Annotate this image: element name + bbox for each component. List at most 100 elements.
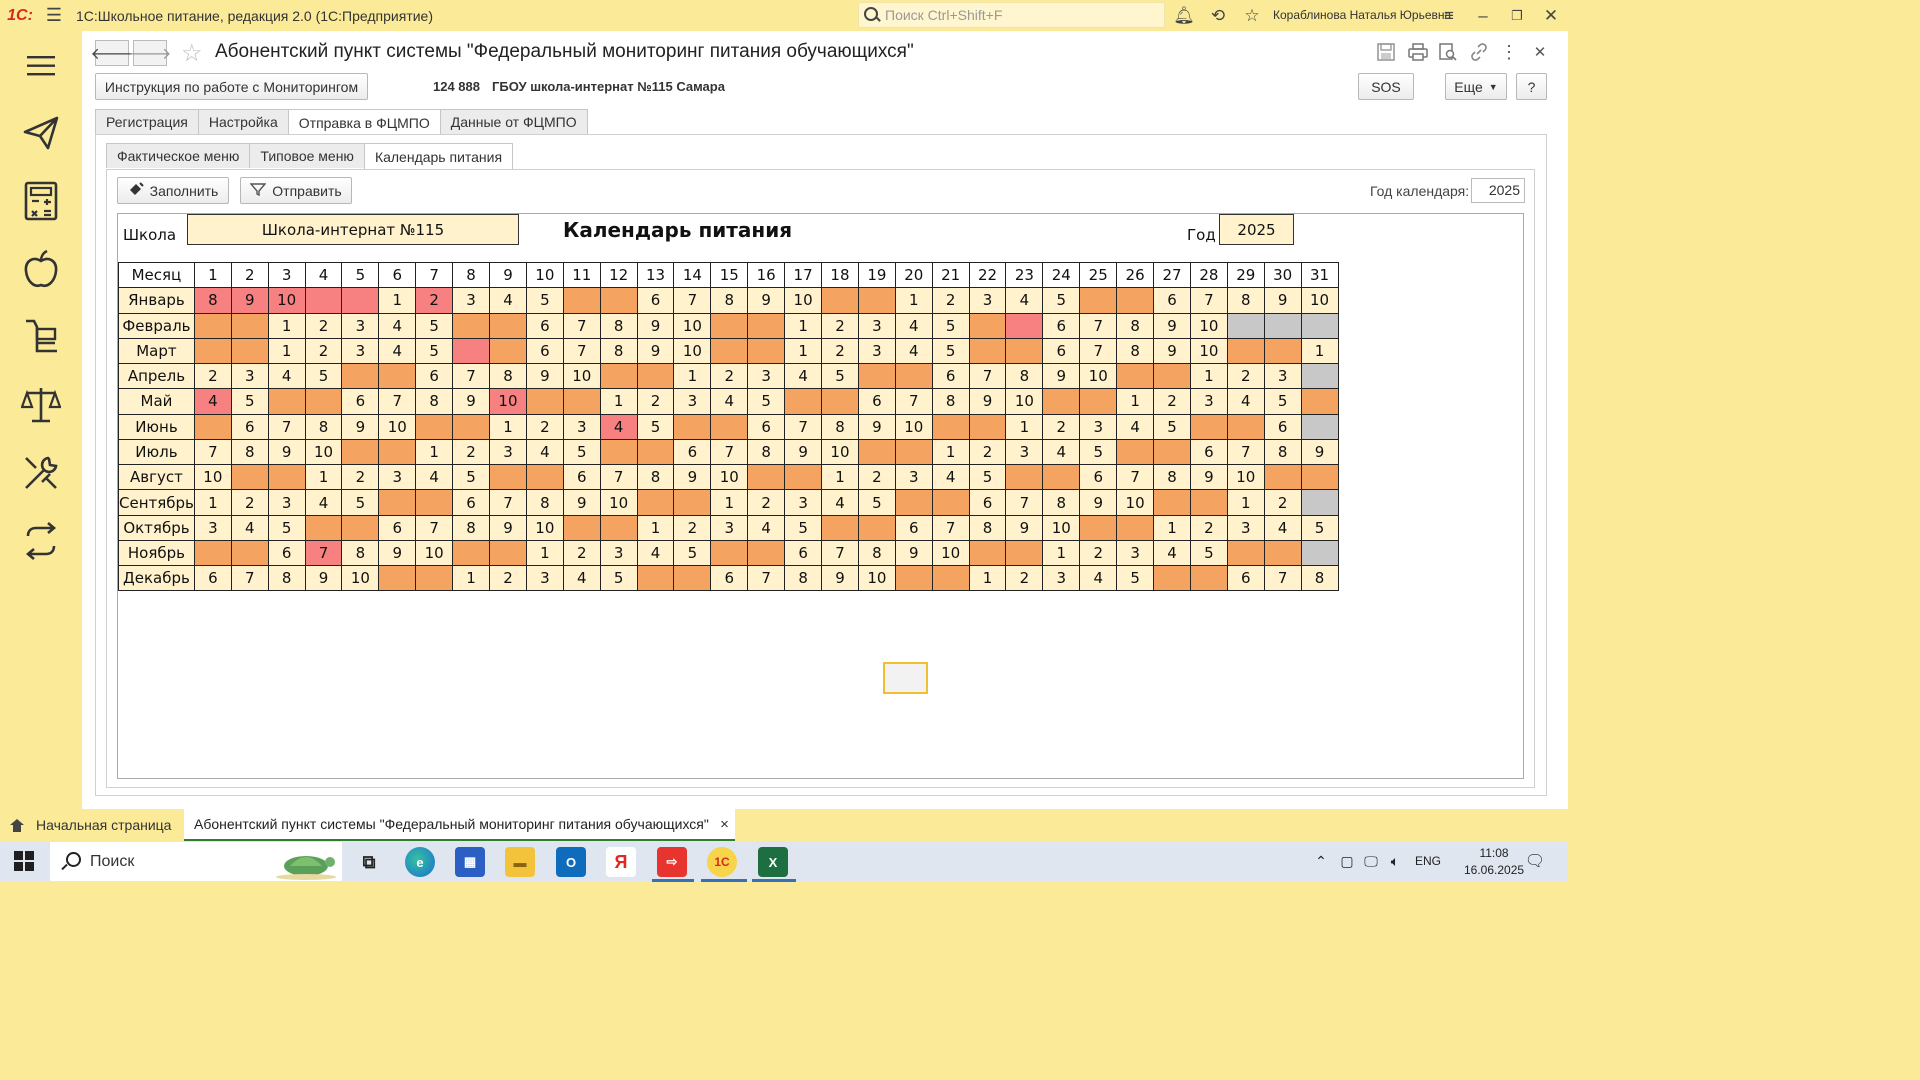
store-icon[interactable]: ▦ xyxy=(455,847,485,877)
calendar-day-cell[interactable] xyxy=(415,489,454,516)
calendar-day-cell[interactable]: 9 xyxy=(341,413,380,440)
calendar-day-cell[interactable]: 8 xyxy=(710,287,749,314)
sections-menu-icon[interactable] xyxy=(20,45,62,87)
selected-cell[interactable] xyxy=(883,662,928,694)
calendar-day-cell[interactable]: 5 xyxy=(304,363,343,390)
calendar-day-cell[interactable]: 6 xyxy=(267,539,306,567)
notifications-icon[interactable]: 🗨︎ xyxy=(1525,852,1545,870)
calendar-day-cell[interactable]: 4 xyxy=(1263,514,1302,541)
calendar-day-cell[interactable]: 8 xyxy=(193,287,232,314)
calendar-day-cell[interactable]: 4 xyxy=(378,337,417,365)
calendar-day-cell[interactable]: 7 xyxy=(304,539,343,567)
calendar-day-cell[interactable]: 10 xyxy=(784,287,823,314)
calendar-day-cell[interactable]: 10 xyxy=(525,514,564,541)
close-form-icon[interactable]: ✕ xyxy=(1528,40,1552,64)
calendar-day-cell[interactable]: 10 xyxy=(1189,312,1228,339)
calendar-day-cell[interactable] xyxy=(562,287,601,314)
calendar-day-cell[interactable] xyxy=(1226,312,1265,339)
calendar-day-cell[interactable] xyxy=(1189,565,1228,592)
calendar-day-cell[interactable]: 2 xyxy=(821,312,859,339)
excel-icon[interactable]: X xyxy=(758,847,788,877)
close-tab-icon[interactable]: × xyxy=(720,816,729,833)
calendar-day-cell[interactable] xyxy=(673,489,712,516)
school-name-cell[interactable]: Школа-интернат №115 xyxy=(187,214,519,245)
calendar-day-cell[interactable] xyxy=(452,539,491,567)
calendar-day-cell[interactable]: 4 xyxy=(489,287,527,314)
calendar-day-cell[interactable]: 10 xyxy=(821,438,859,466)
calendar-day-cell[interactable]: 10 xyxy=(378,413,417,440)
calendar-day-cell[interactable]: 4 xyxy=(1079,565,1118,592)
calendar-day-cell[interactable] xyxy=(821,287,859,314)
calendar-day-cell[interactable] xyxy=(784,388,823,415)
calendar-day-cell[interactable] xyxy=(1189,489,1228,516)
calendar-day-cell[interactable]: 5 xyxy=(415,312,454,339)
calendar-day-cell[interactable] xyxy=(525,388,564,415)
calendar-day-cell[interactable]: 6 xyxy=(415,363,454,390)
calendar-day-cell[interactable]: 9 xyxy=(636,312,675,339)
calendar-day-cell[interactable] xyxy=(968,413,1007,440)
calendar-day-cell[interactable] xyxy=(599,287,638,314)
calendar-day-cell[interactable]: 2 xyxy=(1042,413,1081,440)
restore-icon[interactable]: ❐ xyxy=(1507,0,1527,31)
calendar-day-cell[interactable]: 2 xyxy=(636,388,675,415)
calendar-day-cell[interactable]: 5 xyxy=(1263,388,1302,415)
calendar-day-cell[interactable]: 8 xyxy=(784,565,823,592)
tray-volume-icon[interactable]: 🔈︎ xyxy=(1386,852,1404,870)
more-actions-icon[interactable]: ⋮ xyxy=(1497,40,1521,64)
tab-send-to-fcmpo[interactable]: Отправка в ФЦМПО xyxy=(287,109,441,135)
calendar-day-cell[interactable] xyxy=(1153,363,1191,390)
calendar-day-cell[interactable] xyxy=(1116,438,1155,466)
tab-registration[interactable]: Регистрация xyxy=(95,109,199,134)
calendar-day-cell[interactable]: 7 xyxy=(267,413,306,440)
calendar-day-cell[interactable]: 2 xyxy=(562,539,601,567)
link-icon[interactable] xyxy=(1467,40,1491,64)
explorer-folder-icon[interactable]: ▬ xyxy=(505,847,535,877)
calendar-day-cell[interactable]: 1 xyxy=(1189,363,1228,390)
calendar-day-cell[interactable] xyxy=(931,565,970,592)
exchange-icon[interactable] xyxy=(20,520,62,562)
print-icon[interactable] xyxy=(1406,40,1430,64)
calendar-day-cell[interactable]: 2 xyxy=(452,438,491,466)
calendar-day-cell[interactable]: 2 xyxy=(857,464,896,491)
calendar-day-cell[interactable] xyxy=(452,337,491,365)
calendar-day-cell[interactable]: 4 xyxy=(1153,539,1191,567)
calendar-day-cell[interactable]: 9 xyxy=(1079,489,1118,516)
calendar-day-cell[interactable]: 5 xyxy=(1153,413,1191,440)
calendar-day-cell[interactable] xyxy=(1005,539,1044,567)
calendar-day-cell[interactable] xyxy=(193,539,232,567)
calendar-day-cell[interactable]: 3 xyxy=(1263,363,1302,390)
calendar-day-cell[interactable] xyxy=(894,565,933,592)
calendar-day-cell[interactable] xyxy=(489,539,527,567)
calendar-day-cell[interactable] xyxy=(1263,312,1302,339)
calendar-day-cell[interactable]: 3 xyxy=(193,514,232,541)
calendar-day-cell[interactable]: 8 xyxy=(452,514,491,541)
calendar-day-cell[interactable]: 7 xyxy=(599,464,638,491)
calendar-day-cell[interactable]: 3 xyxy=(747,363,786,390)
home-page-tab[interactable]: Начальная страница xyxy=(0,809,171,841)
calendar-day-cell[interactable] xyxy=(968,337,1007,365)
calendar-day-cell[interactable] xyxy=(1042,464,1081,491)
calendar-day-cell[interactable]: 8 xyxy=(1005,363,1044,390)
calendar-day-cell[interactable]: 9 xyxy=(304,565,343,592)
calendar-day-cell[interactable]: 7 xyxy=(562,312,601,339)
calendar-day-cell[interactable]: 2 xyxy=(1005,565,1044,592)
calendar-day-cell[interactable]: 3 xyxy=(267,489,306,516)
calendar-day-cell[interactable] xyxy=(1263,464,1302,491)
calendar-day-cell[interactable]: 7 xyxy=(1079,312,1118,339)
calendar-day-cell[interactable]: 10 xyxy=(562,363,601,390)
calendar-day-cell[interactable]: 6 xyxy=(931,363,970,390)
calendar-day-cell[interactable]: 2 xyxy=(1153,388,1191,415)
calendar-day-cell[interactable]: 1 xyxy=(968,565,1007,592)
calendar-day-cell[interactable] xyxy=(193,312,232,339)
calendar-day-cell[interactable]: 1 xyxy=(894,287,933,314)
calendar-day-cell[interactable]: 4 xyxy=(747,514,786,541)
calendar-day-cell[interactable]: 3 xyxy=(968,287,1007,314)
calendar-day-cell[interactable]: 2 xyxy=(968,438,1007,466)
calendar-day-cell[interactable]: 8 xyxy=(267,565,306,592)
calendar-day-cell[interactable]: 9 xyxy=(562,489,601,516)
calendar-day-cell[interactable] xyxy=(1116,514,1155,541)
calendar-day-cell[interactable] xyxy=(489,464,527,491)
calendar-day-cell[interactable]: 5 xyxy=(341,489,380,516)
calendar-day-cell[interactable]: 4 xyxy=(894,312,933,339)
calendar-day-cell[interactable]: 9 xyxy=(1153,337,1191,365)
